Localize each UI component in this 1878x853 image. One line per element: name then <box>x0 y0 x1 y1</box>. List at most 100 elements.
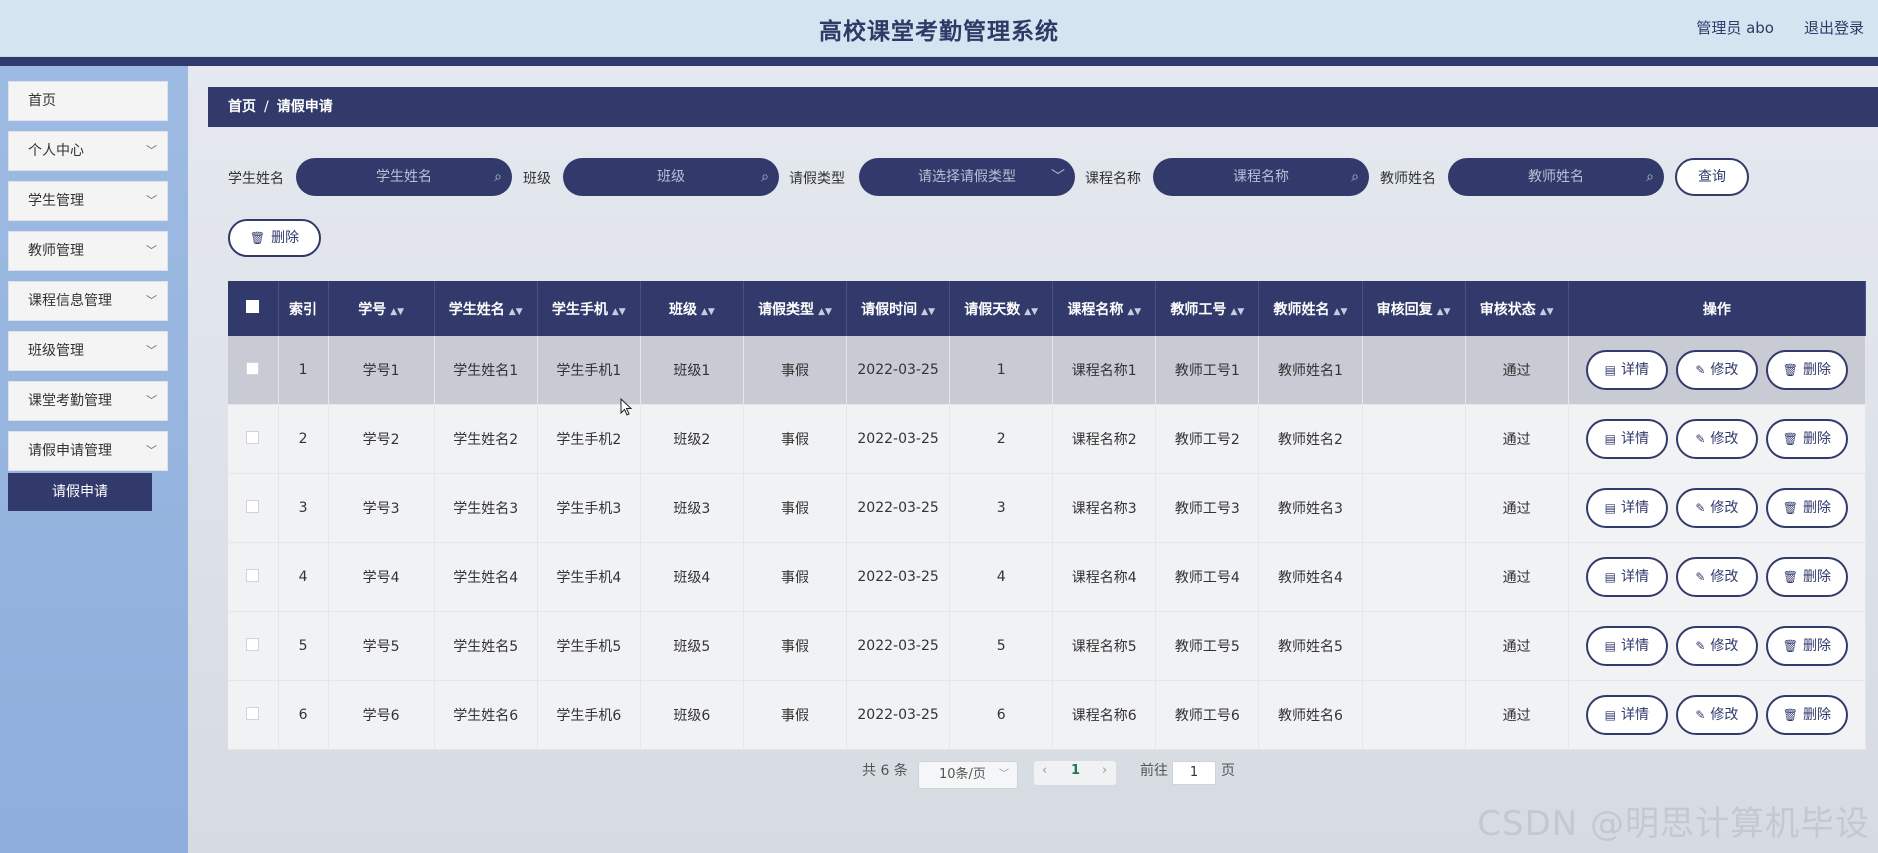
cell-index: 1 <box>278 336 329 405</box>
col-header-teacher-name[interactable]: 教师姓名 ▲▼ <box>1258 281 1363 336</box>
class-input[interactable]: 班级 ⌕ <box>563 158 779 196</box>
page-number-current[interactable]: 1 <box>1071 763 1080 778</box>
sidebar-item-teacher-management[interactable]: 教师管理 ﹀ <box>8 231 168 271</box>
student-name-input[interactable]: 学生姓名 ⌕ <box>296 158 512 196</box>
row-checkbox[interactable] <box>246 637 260 651</box>
chevron-down-icon: ﹀ <box>1051 169 1065 185</box>
table-row[interactable]: 5 学号5 学生姓名5 学生手机5 班级5 事假 2022-03-25 5 课程名称5 教师工号5… <box>228 611 1867 681</box>
sidebar-item-personal-center[interactable]: 个人中心 ﹀ <box>8 131 168 171</box>
cell-leave-days: 6 <box>949 680 1054 750</box>
goto-page-input[interactable]: 1 <box>1172 761 1216 785</box>
edit-button[interactable]: ✎ 修改 <box>1675 695 1758 735</box>
col-header-leave-days[interactable]: 请假天数 ▲▼ <box>949 281 1054 336</box>
delete-button[interactable]: 🗑 删除 <box>1765 488 1848 528</box>
batch-delete-button[interactable]: 🗑 删除 <box>228 219 321 257</box>
col-header-student-id[interactable]: 学号 ▲▼ <box>328 281 435 336</box>
sidebar-subitem-leave-request[interactable]: 请假申请 <box>8 473 152 511</box>
cell-leave-days: 2 <box>949 404 1054 474</box>
col-header-leave-type[interactable]: 请假类型 ▲▼ <box>743 281 848 336</box>
detail-button[interactable]: ▤ 详情 <box>1585 488 1668 528</box>
edit-button[interactable]: ✎ 修改 <box>1675 419 1758 459</box>
cell-student-id: 学号5 <box>328 611 435 681</box>
cell-leave-type: 事假 <box>743 611 848 681</box>
col-header-review-reply[interactable]: 审核回复 ▲▼ <box>1362 281 1466 336</box>
pencil-icon: ✎ <box>1695 570 1706 584</box>
table-row[interactable]: 2 学号2 学生姓名2 学生手机2 班级2 事假 2022-03-25 2 课程名称2 教师工号2… <box>228 404 1867 474</box>
document-icon: ▤ <box>1604 363 1617 377</box>
sidebar-item-student-management[interactable]: 学生管理 ﹀ <box>8 181 168 221</box>
col-header-teacher-id[interactable]: 教师工号 ▲▼ <box>1155 281 1260 336</box>
pencil-icon: ✎ <box>1695 501 1706 515</box>
edit-button[interactable]: ✎ 修改 <box>1675 626 1758 666</box>
cell-student-name: 学生姓名3 <box>434 473 538 543</box>
sort-icon[interactable]: ▲▼ <box>701 307 715 317</box>
sort-icon[interactable]: ▲▼ <box>1024 307 1038 317</box>
row-checkbox[interactable] <box>246 361 260 375</box>
row-select-cell[interactable] <box>228 680 279 750</box>
row-checkbox[interactable] <box>246 499 260 513</box>
delete-button[interactable]: 🗑 删除 <box>1765 419 1848 459</box>
sort-icon[interactable]: ▲▼ <box>612 307 626 317</box>
sort-icon[interactable]: ▲▼ <box>509 307 523 317</box>
page-size-select[interactable]: 10条/页 ﹀ <box>918 761 1018 789</box>
col-header-class[interactable]: 班级 ▲▼ <box>640 281 744 336</box>
row-select-cell[interactable] <box>228 542 279 612</box>
edit-button[interactable]: ✎ 修改 <box>1675 488 1758 528</box>
teacher-name-input[interactable]: 教师姓名 ⌕ <box>1448 158 1664 196</box>
row-select-cell[interactable] <box>228 404 279 474</box>
detail-button[interactable]: ▤ 详情 <box>1585 626 1668 666</box>
select-all-checkbox[interactable] <box>246 300 260 313</box>
detail-button[interactable]: ▤ 详情 <box>1585 419 1668 459</box>
table-row[interactable]: 3 学号3 学生姓名3 学生手机3 班级3 事假 2022-03-25 3 课程名称3 教师工号3… <box>228 473 1867 543</box>
delete-button[interactable]: 🗑 删除 <box>1765 557 1848 597</box>
sidebar-item-class-management[interactable]: 班级管理 ﹀ <box>8 331 168 371</box>
delete-button[interactable]: 🗑 删除 <box>1765 626 1848 666</box>
col-header-student-phone[interactable]: 学生手机 ▲▼ <box>537 281 641 336</box>
col-header-leave-date[interactable]: 请假时间 ▲▼ <box>846 281 951 336</box>
edit-button[interactable]: ✎ 修改 <box>1675 557 1758 597</box>
row-checkbox[interactable] <box>246 706 260 720</box>
breadcrumb-home[interactable]: 首页 <box>228 99 256 115</box>
table-row[interactable]: 4 学号4 学生姓名4 学生手机4 班级4 事假 2022-03-25 4 课程名称4 教师工号4… <box>228 542 1867 612</box>
row-select-cell[interactable] <box>228 611 279 681</box>
table-row[interactable]: 6 学号6 学生姓名6 学生手机6 班级6 事假 2022-03-25 6 课程名称6 教师工号6… <box>228 680 1867 750</box>
row-checkbox[interactable] <box>246 568 260 582</box>
row-select-cell[interactable] <box>228 336 279 405</box>
cell-student-id: 学号2 <box>328 404 435 474</box>
logout-link[interactable]: 退出登录 <box>1804 17 1864 38</box>
detail-button[interactable]: ▤ 详情 <box>1585 695 1668 735</box>
sidebar-item-leave-management[interactable]: 请假申请管理 ﹀ <box>8 431 168 471</box>
sidebar-item-home[interactable]: 首页 <box>8 81 168 121</box>
row-checkbox[interactable] <box>246 430 260 444</box>
sidebar-item-course-management[interactable]: 课程信息管理 ﹀ <box>8 281 168 321</box>
edit-button[interactable]: ✎ 修改 <box>1675 350 1758 390</box>
cell-course-name: 课程名称6 <box>1052 680 1157 750</box>
sort-icon[interactable]: ▲▼ <box>390 307 404 317</box>
course-name-input[interactable]: 课程名称 ⌕ <box>1153 158 1369 196</box>
leave-type-select[interactable]: 请选择请假类型 ﹀ <box>859 158 1075 196</box>
sort-icon[interactable]: ▲▼ <box>1127 307 1141 317</box>
sort-icon[interactable]: ▲▼ <box>1437 307 1451 317</box>
col-header-review-status[interactable]: 审核状态 ▲▼ <box>1465 281 1569 336</box>
sidebar-item-attendance-management[interactable]: 课堂考勤管理 ﹀ <box>8 381 168 421</box>
select-all-cell[interactable] <box>228 281 279 336</box>
sort-icon[interactable]: ▲▼ <box>818 307 832 317</box>
col-header-course-name[interactable]: 课程名称 ▲▼ <box>1052 281 1157 336</box>
sort-icon[interactable]: ▲▼ <box>921 307 935 317</box>
detail-button[interactable]: ▤ 详情 <box>1585 350 1668 390</box>
delete-button[interactable]: 🗑 删除 <box>1765 350 1848 390</box>
row-select-cell[interactable] <box>228 473 279 543</box>
col-header-student-name[interactable]: 学生姓名 ▲▼ <box>434 281 538 336</box>
table-row[interactable]: 1 学号1 学生姓名1 学生手机1 班级1 事假 2022-03-25 1 课程名称1 教师工号1… <box>228 336 1867 405</box>
query-button[interactable]: 查询 <box>1675 158 1749 196</box>
col-label: 请假类型 <box>758 301 815 318</box>
sort-icon[interactable]: ▲▼ <box>1540 307 1554 317</box>
next-page-icon[interactable]: › <box>1102 763 1107 778</box>
leave-type-placeholder: 请选择请假类型 <box>918 169 1016 185</box>
cell-actions: ▤ 详情 ✎ 修改 🗑 删除 <box>1568 473 1867 543</box>
detail-button[interactable]: ▤ 详情 <box>1585 557 1668 597</box>
sort-icon[interactable]: ▲▼ <box>1230 307 1244 317</box>
delete-button[interactable]: 🗑 删除 <box>1765 695 1848 735</box>
sort-icon[interactable]: ▲▼ <box>1334 307 1348 317</box>
prev-page-icon[interactable]: ‹ <box>1042 763 1047 778</box>
